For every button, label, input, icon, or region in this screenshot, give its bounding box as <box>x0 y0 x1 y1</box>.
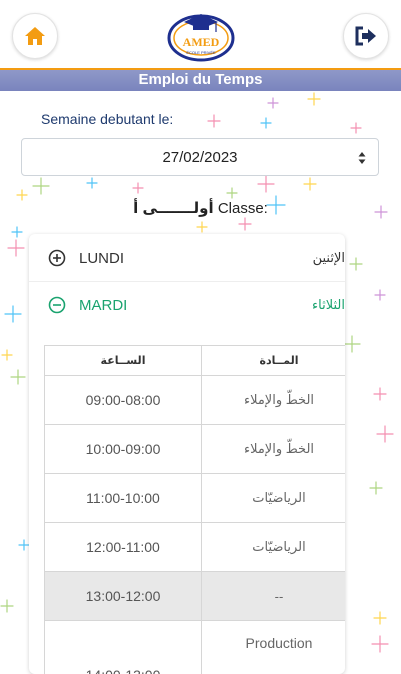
time-cell: 13:00-12:00 <box>45 572 202 621</box>
time-cell: 11:00-10:00 <box>45 474 202 523</box>
class-info: أولـــــــى أ Classe: <box>0 199 401 217</box>
table-header-row: الســاعة المــادة <box>45 346 346 376</box>
logout-icon <box>355 26 377 46</box>
logout-button[interactable] <box>343 13 389 59</box>
column-header-subject: المــادة <box>202 346 346 376</box>
subject-cell: الرياضيّات <box>202 474 346 523</box>
time-cell: 14:00-13:00 <box>45 621 202 674</box>
class-prefix: Classe: <box>218 200 268 217</box>
school-logo: AMED ÉCOLE PRIVÉE <box>166 8 236 64</box>
selected-date: 27/02/2023 <box>162 149 237 166</box>
table-row: 09:00-08:00 الخطّ والإملاء <box>45 376 346 425</box>
day-label-ar: الإثنين <box>313 250 345 266</box>
day-label-ar: الثلاثاء <box>312 297 345 313</box>
time-cell: 12:00-11:00 <box>45 523 202 572</box>
day-row-mardi[interactable]: MARDI الثلاثاء <box>29 282 345 328</box>
table-row-break: 13:00-12:00 -- <box>45 572 346 621</box>
select-caret-icon <box>358 151 366 165</box>
week-label: Semaine debutant le: <box>41 111 173 127</box>
svg-text:ÉCOLE PRIVÉE: ÉCOLE PRIVÉE <box>186 50 216 55</box>
subject-cell: -- <box>202 572 346 621</box>
svg-text:AMED: AMED <box>183 35 220 49</box>
day-row-lundi[interactable]: LUNDI الإثنين <box>29 235 345 281</box>
day-label-fr: MARDI <box>79 297 127 314</box>
app-header: AMED ÉCOLE PRIVÉE <box>0 0 401 68</box>
week-date-select[interactable]: 27/02/2023 <box>21 138 379 176</box>
time-cell: 09:00-08:00 <box>45 376 202 425</box>
subject-cell: Production <box>202 621 346 674</box>
home-icon <box>24 26 46 46</box>
table-row: 12:00-11:00 الرياضيّات <box>45 523 346 572</box>
home-button[interactable] <box>12 13 58 59</box>
minus-circle-icon <box>48 296 66 314</box>
subject-cell: الخطّ والإملاء <box>202 425 346 474</box>
time-cell: 10:00-09:00 <box>45 425 202 474</box>
day-label-fr: LUNDI <box>79 250 124 267</box>
class-value: أولـــــــى أ <box>133 200 213 217</box>
schedule-table: الســاعة المــادة 09:00-08:00 الخطّ والإ… <box>44 345 345 674</box>
subject-cell: الخطّ والإملاء <box>202 376 346 425</box>
schedule-card: LUNDI الإثنين MARDI الثلاثاء الســاعة ال… <box>29 234 345 674</box>
table-row: 10:00-09:00 الخطّ والإملاء <box>45 425 346 474</box>
column-header-time: الســاعة <box>45 346 202 376</box>
table-row: 14:00-13:00 Production <box>45 621 346 674</box>
plus-circle-icon <box>48 249 66 267</box>
table-row: 11:00-10:00 الرياضيّات <box>45 474 346 523</box>
subject-cell: الرياضيّات <box>202 523 346 572</box>
page-title: Emploi du Temps <box>0 68 401 91</box>
